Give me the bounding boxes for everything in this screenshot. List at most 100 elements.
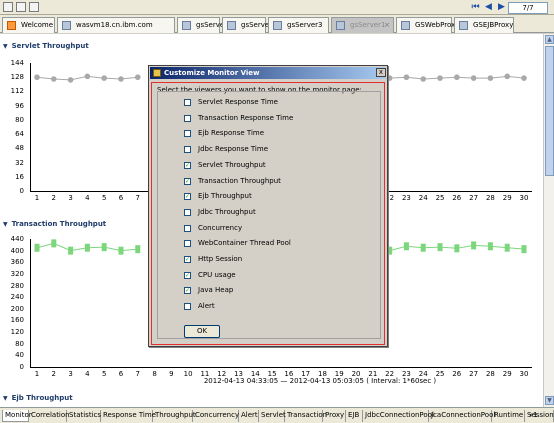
transaction-data-point xyxy=(101,243,107,252)
tab-wasvm18-cn-ibm-com[interactable]: wasvm18.cn.ibm.com xyxy=(57,17,175,33)
bottom-tab-proxy[interactable]: Proxy xyxy=(323,410,346,422)
bottom-tab-correlation[interactable]: Correlation xyxy=(29,410,70,422)
transaction-data-point xyxy=(437,243,443,252)
tab-welcome[interactable]: Welcome xyxy=(2,17,55,33)
checkbox-unchecked[interactable] xyxy=(184,114,191,122)
checkbox-unchecked[interactable] xyxy=(184,208,191,216)
tab-gsserver1[interactable]: gsServer1 × xyxy=(331,17,394,33)
option-label: WebContainer Thread Pool xyxy=(198,239,291,248)
server-icon xyxy=(62,21,71,30)
transaction-data-point xyxy=(84,243,90,252)
server-icon xyxy=(273,21,282,30)
checkbox-checked[interactable]: ✓ xyxy=(184,287,191,295)
welcome-icon xyxy=(7,21,16,30)
checkbox-unchecked[interactable] xyxy=(184,303,191,311)
server-icon xyxy=(182,21,191,30)
tab-label: GSEJBProxy xyxy=(473,21,514,29)
checkbox-unchecked[interactable] xyxy=(184,240,191,248)
dialog-title: Customize Monitor View xyxy=(164,69,260,77)
customize-monitor-dialog: Customize Monitor View x Select the view… xyxy=(148,65,388,347)
bottom-tab-statistics[interactable]: Statistics xyxy=(67,410,101,422)
option-label: Ejb Response Time xyxy=(198,129,265,138)
server-tab-bar: Welcome wasvm18.cn.ibm.com gsServer4 gsServ… xyxy=(0,15,554,33)
bottom-tab-alert[interactable]: Alert xyxy=(239,410,259,422)
tab-gsserver4[interactable]: gsServer4 xyxy=(177,17,232,33)
transaction-data-point xyxy=(68,246,74,255)
time-range-label: 2012-04-13 04:33:05 — 2012-04-13 05:03:0… xyxy=(203,377,437,385)
transaction-data-point xyxy=(504,243,510,252)
transaction-data-point xyxy=(135,245,141,254)
tab-close-icon[interactable]: × xyxy=(384,18,390,32)
bottom-tab-runtime[interactable]: Runtime xyxy=(492,410,525,422)
option-label: Jdbc Response Time xyxy=(198,145,268,154)
bottom-tab-concurrency[interactable]: Concurrency xyxy=(193,410,239,422)
option-label: Servlet Throughput xyxy=(198,160,266,169)
dialog-app-icon xyxy=(153,69,161,77)
option-label: Concurrency xyxy=(198,223,243,232)
tab-gsserver3[interactable]: gsServer3 xyxy=(268,17,329,33)
transaction-data-point xyxy=(420,243,426,252)
bottom-tab-servlet[interactable]: Servlet xyxy=(259,410,286,422)
server-icon xyxy=(336,21,345,30)
ok-button[interactable]: OK xyxy=(184,325,220,338)
tab-overflow-icon[interactable]: »1 xyxy=(527,410,545,422)
bottom-tab-response-time[interactable]: Response Time xyxy=(101,410,156,422)
option-label: Transaction Throughput xyxy=(198,176,281,185)
transaction-data-point xyxy=(51,239,57,248)
option-label: Alert xyxy=(198,302,215,311)
bottom-tab-monitor[interactable]: Monitor xyxy=(2,410,32,422)
bottom-tab-transaction[interactable]: Transaction xyxy=(285,410,327,422)
checkbox-checked[interactable]: ✓ xyxy=(184,193,191,201)
close-icon[interactable]: x xyxy=(376,68,386,77)
checkbox-checked[interactable]: ✓ xyxy=(184,271,191,279)
tab-gswebproxy[interactable]: GSWebProxy xyxy=(396,17,459,33)
checkbox-unchecked[interactable] xyxy=(184,224,191,232)
next-page-icon[interactable]: ▶ xyxy=(496,2,507,13)
page-counter: 7/7 xyxy=(508,2,548,14)
toolbar: ⏮ ◀ ▶ 7/7 xyxy=(0,0,554,15)
option-label: CPU usage xyxy=(198,270,236,279)
transaction-data-point xyxy=(454,244,460,253)
transaction-data-point xyxy=(118,246,124,255)
bottom-tab-ejb[interactable]: EJB xyxy=(346,410,363,422)
dialog-title-bar[interactable]: Customize Monitor View xyxy=(150,67,386,79)
tab-gsserver2[interactable]: gsServer2 xyxy=(222,17,277,33)
prev-page-icon[interactable]: ◀ xyxy=(483,2,494,13)
tab-label: gsServer3 xyxy=(287,21,323,29)
option-label: Servlet Response Time xyxy=(198,98,278,106)
scroll-down-icon[interactable]: ▼ xyxy=(545,396,554,405)
checkbox-unchecked[interactable] xyxy=(184,130,191,138)
tab-gsejbproxy[interactable]: GSEJBProxy xyxy=(454,17,514,33)
option-label: Transaction Response Time xyxy=(198,113,294,122)
open-icon[interactable] xyxy=(29,2,39,12)
vertical-scrollbar[interactable]: ▲ ▼ xyxy=(543,34,554,407)
checkbox-unchecked[interactable] xyxy=(184,146,191,154)
scroll-thumb[interactable] xyxy=(545,46,554,176)
transaction-data-point xyxy=(471,241,477,250)
save-icon[interactable] xyxy=(16,2,26,12)
checkbox-checked[interactable]: ✓ xyxy=(184,256,191,263)
bottom-tab-throughput[interactable]: Throughput xyxy=(153,410,196,422)
tab-label: wasvm18.cn.ibm.com xyxy=(76,21,153,29)
tab-label: GSWebProxy xyxy=(415,21,460,29)
checkbox-unchecked[interactable] xyxy=(184,99,191,106)
option-label: Http Session xyxy=(198,255,243,263)
server-icon xyxy=(459,21,468,30)
bottom-view-tabs: Monitor Correlation Statistics Response Tim… xyxy=(0,407,554,423)
checkbox-checked[interactable]: ✓ xyxy=(184,161,191,169)
tab-label: Welcome xyxy=(21,21,54,29)
transaction-data-point xyxy=(34,243,40,252)
first-page-icon[interactable]: ⏮ xyxy=(470,2,481,13)
transaction-data-point xyxy=(521,245,527,254)
transaction-data-point xyxy=(403,242,409,251)
tab-label: gsServer1 xyxy=(350,21,386,29)
bottom-tab-jcaconnectionpool[interactable]: JcaConnectionPool xyxy=(429,410,495,422)
option-label: Jdbc Throughput xyxy=(198,207,256,216)
option-label: Java Heap xyxy=(198,286,234,295)
checkbox-checked[interactable]: ✓ xyxy=(184,177,191,185)
transaction-data-point xyxy=(487,242,493,251)
bottom-tab-jdbcconnectionpool[interactable]: JdbcConnectionPool xyxy=(363,410,434,422)
server-icon xyxy=(401,21,410,30)
scroll-up-icon[interactable]: ▲ xyxy=(545,35,554,44)
home-icon[interactable] xyxy=(3,2,13,12)
